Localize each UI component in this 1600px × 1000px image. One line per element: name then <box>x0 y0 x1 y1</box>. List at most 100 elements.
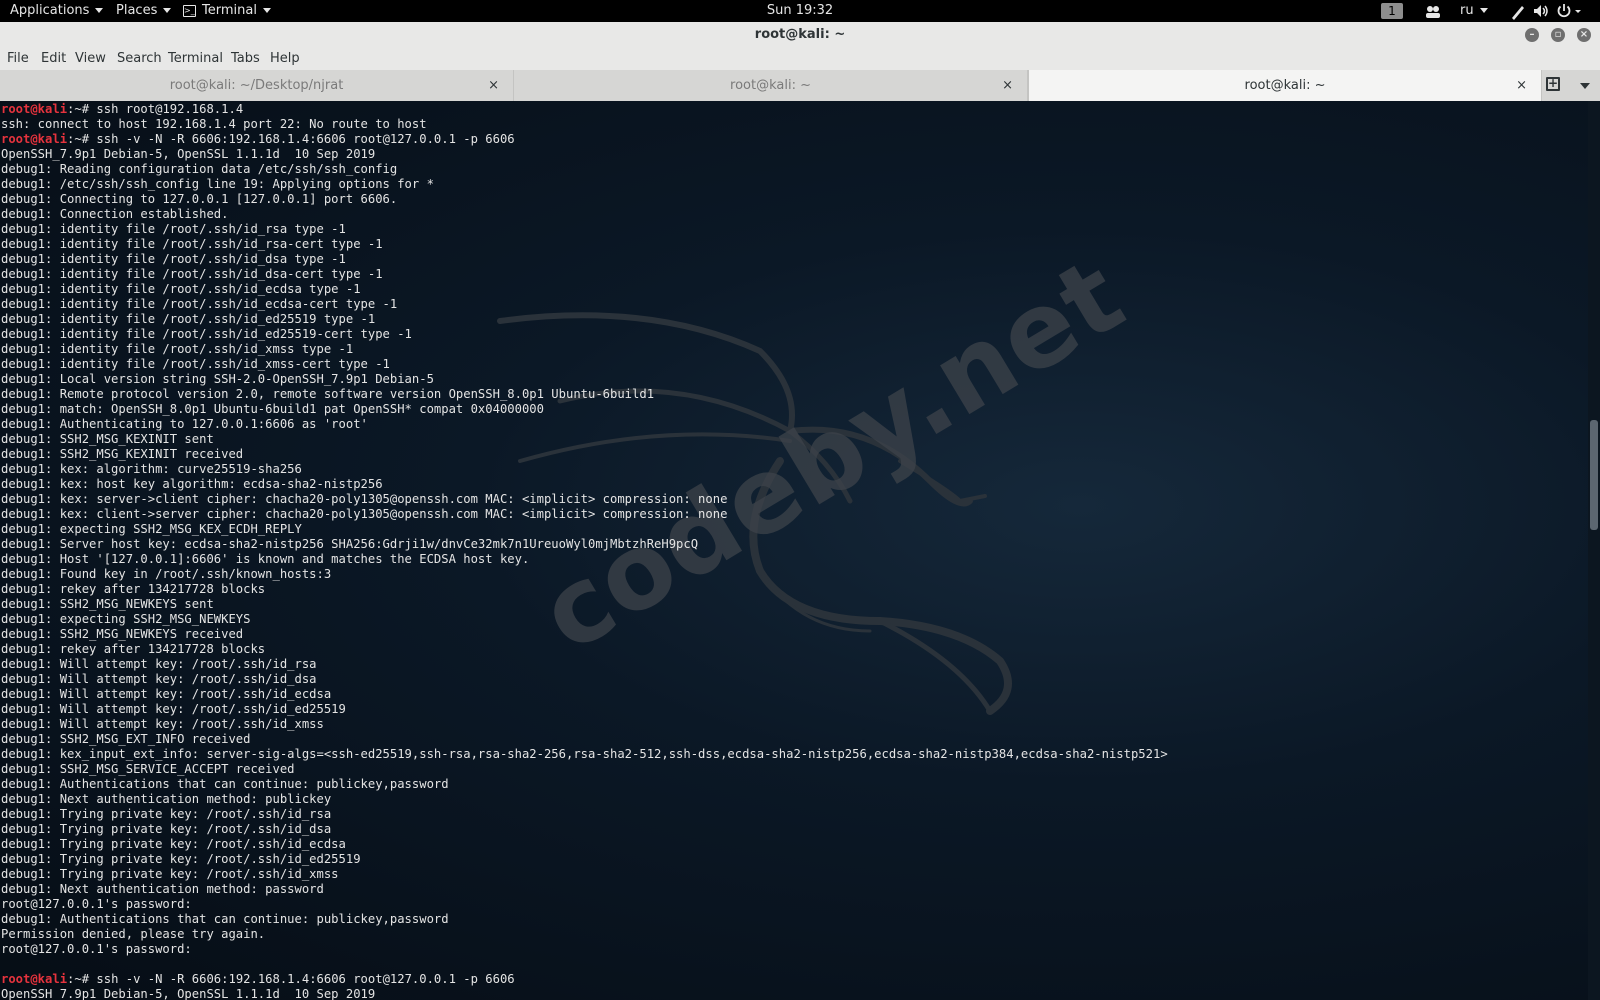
tab-home-active[interactable]: root@kali: ~ × <box>1028 70 1542 102</box>
output-line: debug1: match: OpenSSH_8.0p1 Ubuntu-6bui… <box>1 402 1168 417</box>
output-text: debug1: SSH2_MSG_NEWKEYS sent <box>1 597 214 611</box>
menu-edit[interactable]: Edit <box>41 48 66 70</box>
output-line: debug1: Server host key: ecdsa-sha2-nist… <box>1 537 1168 552</box>
output-line: debug1: Next authentication method: pass… <box>1 882 1168 897</box>
output-text: debug1: rekey after 134217728 blocks <box>1 582 266 596</box>
menu-tabs[interactable]: Tabs <box>231 48 260 70</box>
prompt-user: root@kali <box>1 132 68 146</box>
minimize-icon[interactable]: – <box>1525 28 1539 42</box>
output-line: debug1: kex: client->server cipher: chac… <box>1 507 1168 522</box>
places-label: Places <box>116 3 158 18</box>
caret-down-icon <box>163 8 172 13</box>
output-text: debug1: Trying private key: /root/.ssh/i… <box>1 807 332 821</box>
terminal-scrollbar[interactable] <box>1588 101 1600 1000</box>
output-text: debug1: SSH2_MSG_NEWKEYS received <box>1 627 244 641</box>
output-line: debug1: SSH2_MSG_NEWKEYS sent <box>1 597 1168 612</box>
output-text: debug1: Authentications that can continu… <box>1 777 449 791</box>
output-text: debug1: Will attempt key: /root/.ssh/id_… <box>1 657 317 671</box>
tab-close-icon[interactable]: × <box>1516 70 1527 101</box>
output-line: debug1: SSH2_MSG_EXT_INFO received <box>1 732 1168 747</box>
output-line: debug1: identity file /root/.ssh/id_dsa … <box>1 252 1168 267</box>
output-text: debug1: expecting SSH2_MSG_NEWKEYS <box>1 612 251 626</box>
prompt-line: root@kali:~# ssh -v -N -R 6606:192.168.1… <box>1 132 1168 147</box>
output-text: debug1: identity file /root/.ssh/id_xmss… <box>1 342 354 356</box>
output-text: debug1: identity file /root/.ssh/id_ecds… <box>1 282 361 296</box>
window-titlebar[interactable]: root@kali: ~ – ▫ × <box>0 22 1600 49</box>
users-icon[interactable] <box>1424 0 1442 22</box>
output-line: debug1: Trying private key: /root/.ssh/i… <box>1 852 1168 867</box>
output-line: debug1: Found key in /root/.ssh/known_ho… <box>1 567 1168 582</box>
terminal-app-label: Terminal <box>202 3 257 18</box>
output-text: debug1: expecting SSH2_MSG_KEX_ECDH_REPL… <box>1 522 302 536</box>
caret-down-icon <box>95 8 104 13</box>
output-line <box>1 957 1168 972</box>
workspace-indicator[interactable]: 1 <box>1381 3 1403 19</box>
new-tab-icon[interactable]: + <box>1546 77 1560 91</box>
output-text: debug1: identity file /root/.ssh/id_dsa … <box>1 252 346 266</box>
output-line: debug1: Will attempt key: /root/.ssh/id_… <box>1 702 1168 717</box>
output-text: debug1: SSH2_MSG_KEXINIT received <box>1 447 244 461</box>
output-line: debug1: Reading configuration data /etc/… <box>1 162 1168 177</box>
output-line: OpenSSH_7.9p1 Debian-5, OpenSSL 1.1.1d 1… <box>1 147 1168 162</box>
output-line: debug1: Connection established. <box>1 207 1168 222</box>
output-text: debug1: Next authentication method: pass… <box>1 882 324 896</box>
output-text: debug1: match: OpenSSH_8.0p1 Ubuntu-6bui… <box>1 402 544 416</box>
tab-home[interactable]: root@kali: ~ × <box>514 70 1028 101</box>
output-text: debug1: rekey after 134217728 blocks <box>1 642 266 656</box>
output-text: debug1: kex: algorithm: curve25519-sha25… <box>1 462 302 476</box>
tab-njrat[interactable]: root@kali: ~/Desktop/njrat × <box>0 70 514 101</box>
output-text: debug1: Trying private key: /root/.ssh/i… <box>1 852 361 866</box>
close-icon[interactable]: × <box>1577 28 1591 42</box>
volume-icon[interactable] <box>1532 0 1550 22</box>
menu-help[interactable]: Help <box>270 48 300 70</box>
output-line: debug1: identity file /root/.ssh/id_rsa … <box>1 222 1168 237</box>
tab-label: root@kali: ~ <box>730 78 811 93</box>
output-line: debug1: Will attempt key: /root/.ssh/id_… <box>1 672 1168 687</box>
output-text: debug1: Reading configuration data /etc/… <box>1 162 398 176</box>
output-line: debug1: kex: host key algorithm: ecdsa-s… <box>1 477 1168 492</box>
menu-search[interactable]: Search <box>117 48 162 70</box>
output-text: debug1: Authentications that can continu… <box>1 912 449 926</box>
output-text: debug1: kex: client->server cipher: chac… <box>1 507 728 521</box>
power-icon[interactable] <box>1556 0 1584 22</box>
keyboard-layout-menu[interactable]: ru <box>1460 0 1488 22</box>
terminal-app-menu[interactable]: >_ Terminal <box>183 0 271 22</box>
output-text: debug1: Local version string SSH-2.0-Ope… <box>1 372 434 386</box>
output-line: debug1: Local version string SSH-2.0-Ope… <box>1 372 1168 387</box>
output-line: debug1: rekey after 134217728 blocks <box>1 642 1168 657</box>
output-line: debug1: kex_input_ext_info: server-sig-a… <box>1 747 1168 762</box>
terminal-output[interactable]: codeby.net root@kali:~# ssh root@192.168… <box>0 101 1588 1000</box>
output-line: debug1: /etc/ssh/ssh_config line 19: App… <box>1 177 1168 192</box>
output-line: debug1: identity file /root/.ssh/id_ecds… <box>1 282 1168 297</box>
menu-bar: File Edit View Search Terminal Tabs Help <box>0 48 1600 70</box>
output-line: debug1: identity file /root/.ssh/id_xmss… <box>1 357 1168 372</box>
output-text: debug1: kex_input_ext_info: server-sig-a… <box>1 747 1168 761</box>
output-line: debug1: Connecting to 127.0.0.1 [127.0.0… <box>1 192 1168 207</box>
terminal-lines: root@kali:~# ssh root@192.168.1.4 ssh: co… <box>1 102 1168 1000</box>
prompt-line: root@kali:~# ssh -v -N -R 6606:192.168.1… <box>1 972 1168 987</box>
output-text: debug1: Server host key: ecdsa-sha2-nist… <box>1 537 699 551</box>
output-text: debug1: Will attempt key: /root/.ssh/id_… <box>1 717 324 731</box>
applications-menu[interactable]: Applications <box>10 0 104 22</box>
tab-close-icon[interactable]: × <box>488 70 499 101</box>
menu-view[interactable]: View <box>75 48 106 70</box>
maximize-icon[interactable]: ▫ <box>1551 28 1565 42</box>
tab-close-icon[interactable]: × <box>1002 70 1013 101</box>
output-text: Permission denied, please try again. <box>1 927 266 941</box>
output-line: debug1: kex: server->client cipher: chac… <box>1 492 1168 507</box>
output-text: root@127.0.0.1's password: <box>1 897 192 911</box>
pen-icon[interactable] <box>1510 0 1526 22</box>
output-text: OpenSSH_7.9p1 Debian-5, OpenSSL 1.1.1d 1… <box>1 147 376 161</box>
places-menu[interactable]: Places <box>116 0 172 22</box>
output-line: debug1: Will attempt key: /root/.ssh/id_… <box>1 687 1168 702</box>
output-line: debug1: Next authentication method: publ… <box>1 792 1168 807</box>
tab-label: root@kali: ~/Desktop/njrat <box>169 78 344 93</box>
output-text: debug1: /etc/ssh/ssh_config line 19: App… <box>1 177 434 191</box>
scrollbar-thumb[interactable] <box>1590 420 1598 530</box>
command-text: ssh -v -N -R 6606:192.168.1.4:6606 root@… <box>96 132 515 146</box>
menu-terminal[interactable]: Terminal <box>168 48 223 70</box>
tab-list-chevron-icon[interactable] <box>1580 83 1590 89</box>
prompt-line: root@kali:~# ssh root@192.168.1.4 <box>1 102 1168 117</box>
output-text: debug1: identity file /root/.ssh/id_rsa-… <box>1 237 383 251</box>
menu-file[interactable]: File <box>7 48 29 70</box>
